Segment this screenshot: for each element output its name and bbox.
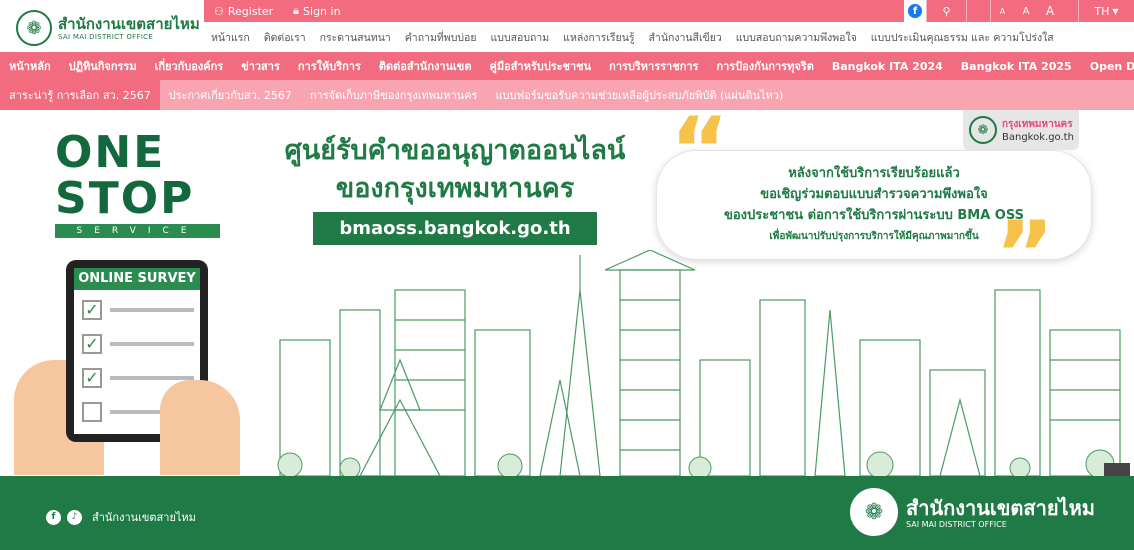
bma-seal-icon: ❁ [969, 116, 997, 144]
headline-line-2: ของกรุงเทพมหานคร [335, 173, 575, 204]
facebook-icon[interactable]: f [46, 509, 61, 525]
font-size-medium[interactable]: A [1014, 0, 1038, 22]
sec-nav-ita[interactable]: แบบประเมินคุณธรรม และ ความโปร่งใส [864, 29, 1061, 46]
main-nav-item[interactable]: ปฏิทินกิจกรรม [60, 57, 146, 75]
footer-logo-th: สำนักงานเขตสายไหม [906, 495, 1095, 520]
bkk-badge-th: กรุงเทพมหานคร [1002, 119, 1073, 130]
sec-nav-survey[interactable]: แบบสอบถาม [484, 29, 557, 46]
sub-nav-item-active[interactable]: สาระน่ารู้ การเลือก สว. 2567 [0, 80, 160, 110]
chevron-down-icon: ▼ [1112, 6, 1119, 16]
bangkok-go-th-badge[interactable]: ❁ กรุงเทพมหานคร Bangkok.go.th [963, 110, 1079, 150]
bkk-badge-url: Bangkok.go.th [1002, 132, 1074, 143]
logo-name-en: SAI MAI DISTRICT OFFICE [58, 33, 154, 41]
sec-nav-forum[interactable]: กระดานสนทนา [313, 29, 398, 46]
spacer-block [966, 0, 990, 22]
font-size-small[interactable]: A [990, 0, 1014, 22]
main-nav-item[interactable]: การป้องกันการทุจริต [707, 57, 822, 75]
one-stop-service-logo: ONE STOP SERVICE [55, 130, 220, 250]
main-nav-item[interactable]: Bangkok ITA 2024 [823, 60, 952, 73]
footer-logo-en: SAI MAI DISTRICT OFFICE [906, 519, 1007, 529]
bma-seal-icon: ❁ [850, 488, 898, 536]
main-nav-item[interactable]: การบริหารราชการ [600, 57, 707, 75]
main-nav-item[interactable]: เกี่ยวกับองค์กร [146, 57, 233, 75]
sub-nav: สาระน่ารู้ การเลือก สว. 2567 ประกาศเกี่ย… [0, 80, 1134, 110]
banner-headline: ศูนย์รับคำขออนุญาตออนไลน์ ของกรุงเทพมหาน… [270, 132, 640, 245]
tiktok-icon[interactable]: ♪ [67, 509, 82, 525]
sec-nav-home[interactable]: หน้าแรก [204, 29, 257, 46]
search-icon: ⚲ [942, 4, 951, 18]
site-logo[interactable]: ❁ สำนักงานเขตสายไหม SAI MAI DISTRICT OFF… [16, 8, 206, 48]
close-quote-icon: ” [995, 202, 1055, 307]
checkbox-empty-icon [82, 402, 102, 422]
secondary-nav: หน้าแรก ติดต่อเรา กระดานสนทนา คำถามที่พบ… [204, 22, 1134, 52]
one-stop-line-2: STOP [55, 173, 195, 224]
sub-nav-item[interactable]: การจัดเก็บภาษีของกรุงเทพมหานคร [301, 80, 487, 110]
footer-logo: ❁ สำนักงานเขตสายไหม SAI MAI DISTRICT OFF… [850, 488, 1095, 536]
logo-name-th: สำนักงานเขตสายไหม [58, 15, 200, 33]
facebook-icon: f [908, 4, 922, 18]
quote-line-1: หลังจากใช้บริการเรียบร้อยแล้ว [788, 166, 960, 181]
sub-nav-item[interactable]: แบบฟอร์มขอรับความช่วยเหลือผู้ประสบภัยพิบ… [486, 80, 792, 110]
footer-social: f ♪ สำนักงานเขตสายไหม [46, 508, 196, 526]
footer-social-label: สำนักงานเขตสายไหม [92, 511, 196, 524]
register-link[interactable]: ⚇ Register [204, 0, 283, 22]
main-nav: หน้าหลัก ปฏิทินกิจกรรม เกี่ยวกับองค์กร ข… [0, 52, 1134, 80]
oss-url-box: bmaoss.bangkok.go.th [313, 212, 597, 245]
sec-nav-learning[interactable]: แหล่งการเรียนรู้ [556, 29, 641, 46]
search-button[interactable]: ⚲ [926, 0, 966, 22]
lock-icon: 🔒︎ [293, 4, 300, 17]
sec-nav-contact[interactable]: ติดต่อเรา [257, 29, 313, 46]
checkbox-checked-icon: ✓ [82, 368, 102, 388]
sec-nav-faq[interactable]: คำถามที่พบบ่อย [398, 29, 484, 46]
checkbox-checked-icon: ✓ [82, 334, 102, 354]
main-nav-item[interactable]: ข่าวสาร [232, 57, 289, 75]
sub-nav-item[interactable]: ประกาศเกี่ยวกับสว. 2567 [160, 80, 301, 110]
sec-nav-satisfaction[interactable]: แบบสอบถามความพึงพอใจ [729, 29, 864, 46]
sign-in-link[interactable]: 🔒︎ Sign in [283, 0, 350, 22]
one-stop-line-1: ONE [55, 127, 166, 178]
main-nav-item[interactable]: Open Data [1081, 60, 1134, 73]
user-icon: ⚇ [214, 4, 224, 18]
checkbox-checked-icon: ✓ [82, 300, 102, 320]
header: ❁ สำนักงานเขตสายไหม SAI MAI DISTRICT OFF… [0, 0, 1134, 52]
font-size-large[interactable]: A [1038, 0, 1062, 22]
hand-illustration-right [160, 380, 240, 475]
utility-bar: ⚇ Register 🔒︎ Sign in f ⚲ A A A TH ▼ [204, 0, 1134, 22]
main-nav-item[interactable]: คู่มือสำหรับประชาชน [480, 57, 600, 75]
main-nav-item[interactable]: Bangkok ITA 2025 [952, 60, 1081, 73]
spacer-block-2 [1062, 0, 1078, 22]
footer: f ♪ สำนักงานเขตสายไหม ❁ สำนักงานเขตสายไห… [0, 476, 1134, 550]
language-select[interactable]: TH ▼ [1078, 0, 1134, 22]
hero-banner[interactable]: ONE STOP SERVICE ศูนย์รับคำขออนุญาตออนไล… [0, 110, 1134, 476]
headline-line-1: ศูนย์รับคำขออนุญาตออนไลน์ [284, 135, 626, 166]
sec-nav-green-office[interactable]: สำนักงานสีเขียว [642, 29, 729, 46]
main-nav-item[interactable]: หน้าหลัก [0, 57, 60, 75]
one-stop-service-label: SERVICE [55, 224, 220, 238]
online-survey-title: ONLINE SURVEY [74, 268, 200, 290]
main-nav-item[interactable]: ติดต่อสำนักงานเขต [370, 57, 481, 75]
facebook-button[interactable]: f [904, 0, 926, 22]
bma-seal-icon: ❁ [16, 10, 52, 46]
main-nav-item[interactable]: การให้บริการ [289, 57, 370, 75]
